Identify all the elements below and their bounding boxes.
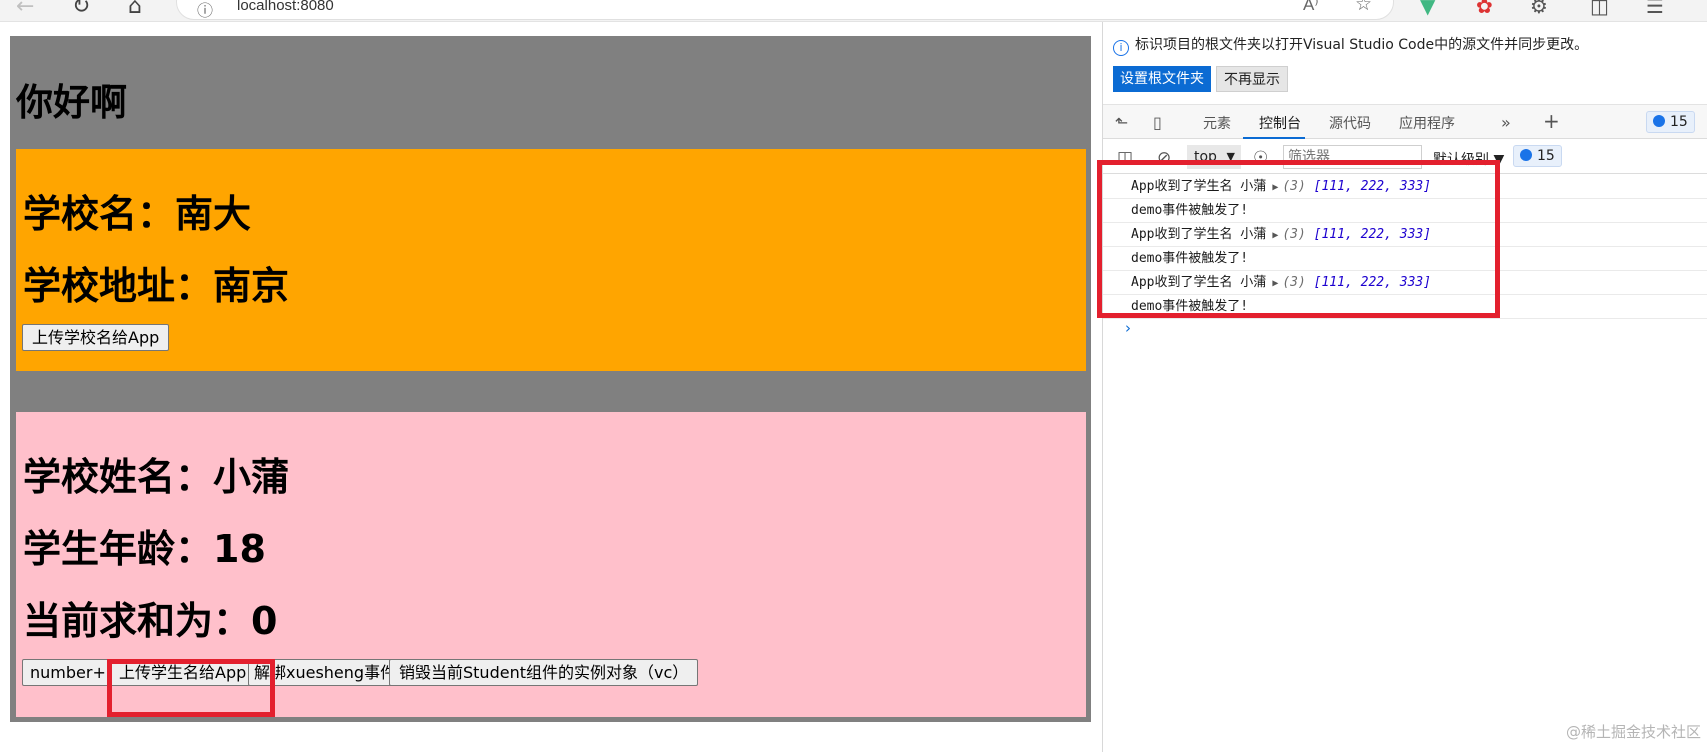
destroy-component-button[interactable]: 销毁当前Student组件的实例对象（vc） (389, 659, 699, 686)
dont-show-again-button[interactable]: 不再显示 (1216, 66, 1288, 92)
filter-input[interactable] (1283, 145, 1422, 169)
log-entry: App收到了学生名 小蒲 ▶ (3) [111, 222, 333] (1103, 223, 1707, 247)
context-select[interactable]: top ▼ (1187, 145, 1241, 169)
tab-application[interactable]: 应用程序 (1399, 113, 1455, 133)
active-tab-indicator (1243, 137, 1305, 139)
console-count-badge[interactable]: 15 (1513, 145, 1562, 167)
log-entry: App收到了学生名 小蒲 ▶ (3) [111, 222, 333] (1103, 271, 1707, 295)
home-icon[interactable]: ⌂ (128, 0, 142, 19)
array-preview[interactable]: [111, 222, 333] (1314, 179, 1431, 194)
vscode-notice: i 标识项目的根文件夹以打开Visual Studio Code中的源文件并同步更… (1113, 34, 1588, 56)
log-level-select[interactable]: 默认级别 ▼ (1433, 149, 1504, 169)
reload-icon[interactable]: ↻ (72, 0, 90, 19)
log-text: demo事件被触发了! (1131, 299, 1249, 314)
log-entry: demo事件被触发了! (1103, 295, 1707, 319)
sum-value: 当前求和为：0 (23, 599, 278, 643)
console-output: App收到了学生名 小蒲 ▶ (3) [111, 222, 333] demo事件被… (1103, 175, 1707, 337)
app-container: 你好啊 学校名：南大 学校地址：南京 上传学校名给App 学校姓名：小蒲 学生年… (10, 36, 1091, 722)
address-bar[interactable]: ⓘ localhost:8080 A⁾ ☆ (176, 0, 1394, 20)
messages-icon (1520, 149, 1532, 161)
student-component: 学校姓名：小蒲 学生年龄：18 当前求和为：0 number++ 上传学生名给A… (16, 412, 1086, 717)
split-screen-icon[interactable]: ◫ (1590, 0, 1609, 18)
student-name: 学校姓名：小蒲 (23, 455, 290, 499)
issues-icon (1653, 115, 1665, 127)
log-text: App收到了学生名 小蒲 (1131, 275, 1267, 290)
school-component: 学校名：南大 学校地址：南京 上传学校名给App (16, 149, 1086, 371)
caret-down-icon: ▼ (1226, 150, 1235, 163)
expand-triangle-icon[interactable]: ▶ (1272, 278, 1278, 289)
favorites-list-icon[interactable]: ☰ (1646, 0, 1664, 18)
set-root-folder-button[interactable]: 设置根文件夹 (1113, 66, 1211, 92)
issues-badge[interactable]: 15 (1646, 111, 1695, 133)
level-label: 默认级别 (1433, 152, 1489, 168)
caret-down-icon: ▼ (1493, 152, 1505, 168)
tab-elements[interactable]: 元素 (1203, 113, 1231, 133)
app-title: 你好啊 (16, 81, 127, 124)
console-count: 15 (1537, 148, 1555, 164)
log-entry: App收到了学生名 小蒲 ▶ (3) [111, 222, 333] (1103, 175, 1707, 199)
issues-count: 15 (1670, 114, 1688, 130)
log-text: App收到了学生名 小蒲 (1131, 179, 1267, 194)
array-length: (3) (1282, 275, 1306, 290)
array-length: (3) (1282, 227, 1306, 242)
school-name: 学校名：南大 (23, 192, 252, 236)
log-entry: demo事件被触发了! (1103, 247, 1707, 271)
array-length: (3) (1282, 179, 1306, 194)
sidebar-toggle-icon[interactable]: ◫ (1117, 148, 1133, 168)
inspect-element-icon[interactable]: ⬑ (1115, 113, 1128, 132)
log-text: demo事件被触发了! (1131, 203, 1249, 218)
log-entry: demo事件被触发了! (1103, 199, 1707, 223)
expand-triangle-icon[interactable]: ▶ (1272, 230, 1278, 241)
page-viewport: 你好啊 学校名：南大 学校地址：南京 上传学校名给App 学校姓名：小蒲 学生年… (0, 22, 1103, 752)
back-arrow-icon[interactable]: ← (16, 0, 34, 19)
url-text[interactable]: localhost:8080 (237, 0, 334, 14)
school-address: 学校地址：南京 (23, 264, 290, 308)
info-icon: i (1113, 40, 1129, 56)
devtools-panel: i 标识项目的根文件夹以打开Visual Studio Code中的源文件并同步更… (1097, 22, 1707, 752)
expand-triangle-icon[interactable]: ▶ (1272, 182, 1278, 193)
devtools-tab-bar: ⬑ ▯ 元素 控制台 源代码 应用程序 » + 15 (1103, 104, 1707, 139)
log-text: App收到了学生名 小蒲 (1131, 227, 1267, 242)
clear-console-icon[interactable]: ⊘ (1157, 148, 1171, 168)
read-aloud-icon[interactable]: A⁾ (1303, 0, 1319, 15)
live-expression-eye-icon[interactable]: ☉ (1253, 148, 1268, 168)
add-tab-icon[interactable]: + (1543, 109, 1560, 133)
send-student-name-button[interactable]: 上传学生名给App (109, 659, 257, 686)
context-value: top (1194, 149, 1217, 165)
site-info-icon[interactable]: ⓘ (197, 0, 213, 21)
log-text: demo事件被触发了! (1131, 251, 1249, 266)
send-school-name-button[interactable]: 上传学校名给App (22, 324, 170, 351)
browser-chrome: ← ↻ ⌂ ⓘ localhost:8080 A⁾ ☆ ▼ ✿ ⚙ ◫ ☰ (0, 0, 1707, 22)
favorite-star-icon[interactable]: ☆ (1355, 0, 1372, 15)
extensions-puzzle-icon[interactable]: ⚙ (1530, 0, 1548, 18)
watermark: @稀土掘金技术社区 (1565, 723, 1701, 741)
extension-brain-icon[interactable]: ✿ (1476, 0, 1493, 18)
array-preview[interactable]: [111, 222, 333] (1314, 227, 1431, 242)
console-prompt[interactable]: › (1125, 319, 1131, 337)
console-toolbar: ◫ ⊘ top ▼ ☉ 默认级别 ▼ 15 (1103, 140, 1707, 174)
device-toolbar-icon[interactable]: ▯ (1153, 113, 1162, 132)
student-age: 学生年龄：18 (23, 527, 266, 571)
unbind-event-button[interactable]: 解绑xuesheng事件 (248, 659, 403, 686)
notice-text: 标识项目的根文件夹以打开Visual Studio Code中的源文件并同步更改… (1135, 37, 1589, 53)
tab-sources[interactable]: 源代码 (1329, 113, 1371, 133)
more-tabs-icon[interactable]: » (1501, 113, 1511, 132)
tab-console[interactable]: 控制台 (1259, 113, 1301, 133)
vue-devtools-icon[interactable]: ▼ (1420, 0, 1435, 18)
array-preview[interactable]: [111, 222, 333] (1314, 275, 1431, 290)
